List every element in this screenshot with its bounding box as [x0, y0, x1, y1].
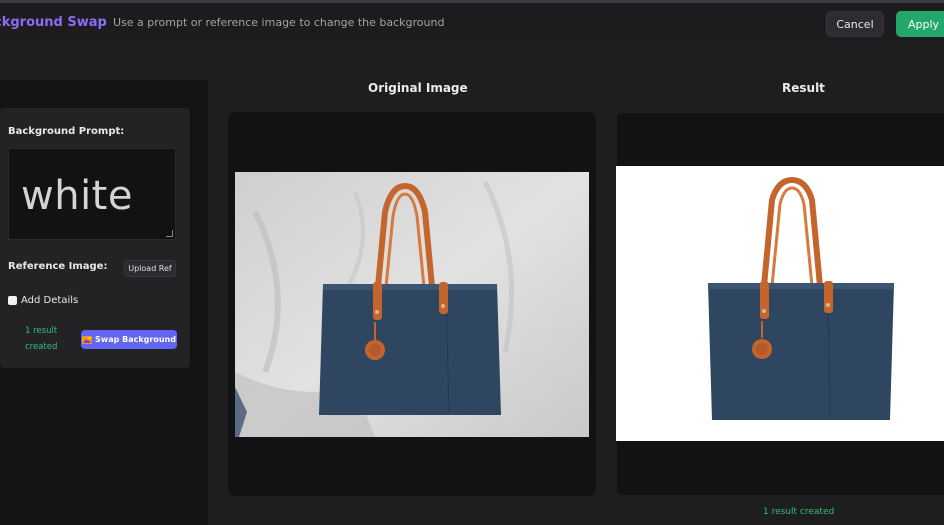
header-bar: ckground Swap Use a prompt or reference …	[0, 3, 944, 43]
page-title: ckground Swap	[0, 15, 107, 30]
picture-icon	[82, 335, 93, 344]
upload-ref-button[interactable]: Upload Ref	[124, 260, 176, 277]
add-details-label: Add Details	[21, 295, 79, 306]
result-status: 1 result created	[763, 507, 835, 517]
result-image	[616, 166, 944, 441]
prompt-textarea[interactable]: white	[8, 148, 176, 240]
cancel-button[interactable]: Cancel	[826, 11, 884, 37]
resize-handle[interactable]	[166, 230, 173, 237]
original-image	[235, 172, 589, 437]
status-line-2: created	[25, 342, 58, 352]
swap-background-label: Swap Background	[95, 335, 176, 344]
swap-background-button[interactable]: Swap Background	[81, 330, 177, 349]
status-line-1: 1 result	[25, 326, 58, 336]
add-details-checkbox[interactable]	[8, 296, 17, 305]
original-image-title: Original Image	[368, 81, 468, 95]
reference-label: Reference Image:	[8, 261, 108, 272]
page-subtitle: Use a prompt or reference image to chang…	[113, 16, 445, 29]
prompt-value: white	[21, 173, 133, 219]
apply-button[interactable]: Apply	[896, 11, 944, 37]
prompt-label: Background Prompt:	[8, 126, 125, 137]
result-title: Result	[782, 81, 825, 95]
